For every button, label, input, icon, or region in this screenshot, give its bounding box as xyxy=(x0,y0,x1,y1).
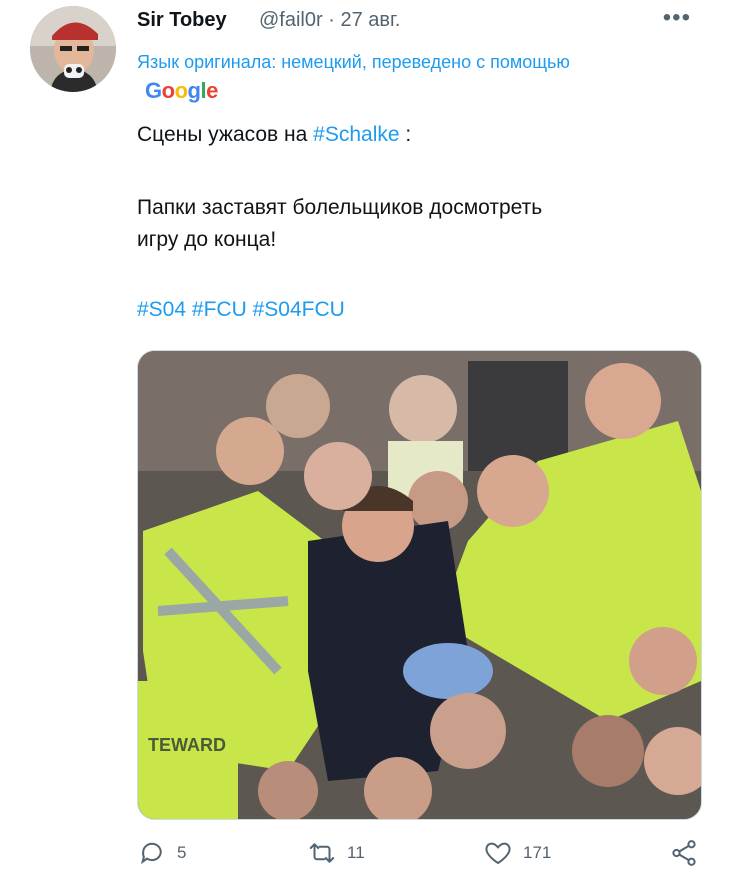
hashtag-schalke[interactable]: #Schalke xyxy=(313,123,399,146)
stadium-scene-image: TEWARD xyxy=(138,351,701,819)
reply-count: 5 xyxy=(177,843,187,862)
translation-notice[interactable]: Язык оригинала: немецкий, переведено с п… xyxy=(137,52,570,73)
reply-button[interactable]: 5 xyxy=(137,838,186,868)
heart-icon xyxy=(485,842,511,865)
tweet-text-line1: Сцены ужасов на #Schalke : xyxy=(137,123,412,146)
google-logo: Google xyxy=(145,78,218,103)
author-name[interactable]: Sir Tobey xyxy=(137,9,227,32)
author-handle[interactable]: @fail0r · 27 авг. xyxy=(259,9,400,32)
share-icon xyxy=(672,840,696,866)
tweet-text-line3: игру до конца! xyxy=(137,228,277,251)
like-button[interactable]: 171 xyxy=(483,838,551,868)
retweet-button[interactable]: 11 xyxy=(307,838,365,868)
hashtag-s04fcu[interactable]: #S04FCU xyxy=(253,298,345,321)
tweet-text-line2: Папки заставят болельщиков досмотреть xyxy=(137,196,543,219)
tweet-photo[interactable]: TEWARD xyxy=(137,350,702,820)
tweet-hashtags: #S04 #FCU #S04FCU xyxy=(137,298,345,322)
retweet-icon xyxy=(309,843,335,863)
tweet-header: Sir Tobey @fail0r · 27 авг. ••• xyxy=(137,4,697,38)
retweet-count: 11 xyxy=(347,843,365,862)
like-count: 171 xyxy=(523,843,552,862)
tweet-date[interactable]: 27 авг. xyxy=(340,9,400,31)
separator: · xyxy=(328,9,335,31)
steward-label: TEWARD xyxy=(148,735,226,755)
hashtag-s04[interactable]: #S04 xyxy=(137,298,186,321)
more-options-button[interactable]: ••• xyxy=(663,4,691,32)
share-button[interactable] xyxy=(669,838,709,868)
hashtag-fcu[interactable]: #FCU xyxy=(192,298,247,321)
avatar[interactable] xyxy=(30,6,116,92)
avatar-image xyxy=(30,6,116,92)
reply-icon xyxy=(140,842,162,865)
handle-text: @fail0r xyxy=(259,9,323,31)
tweet-actions: 5 11 171 xyxy=(137,838,700,878)
